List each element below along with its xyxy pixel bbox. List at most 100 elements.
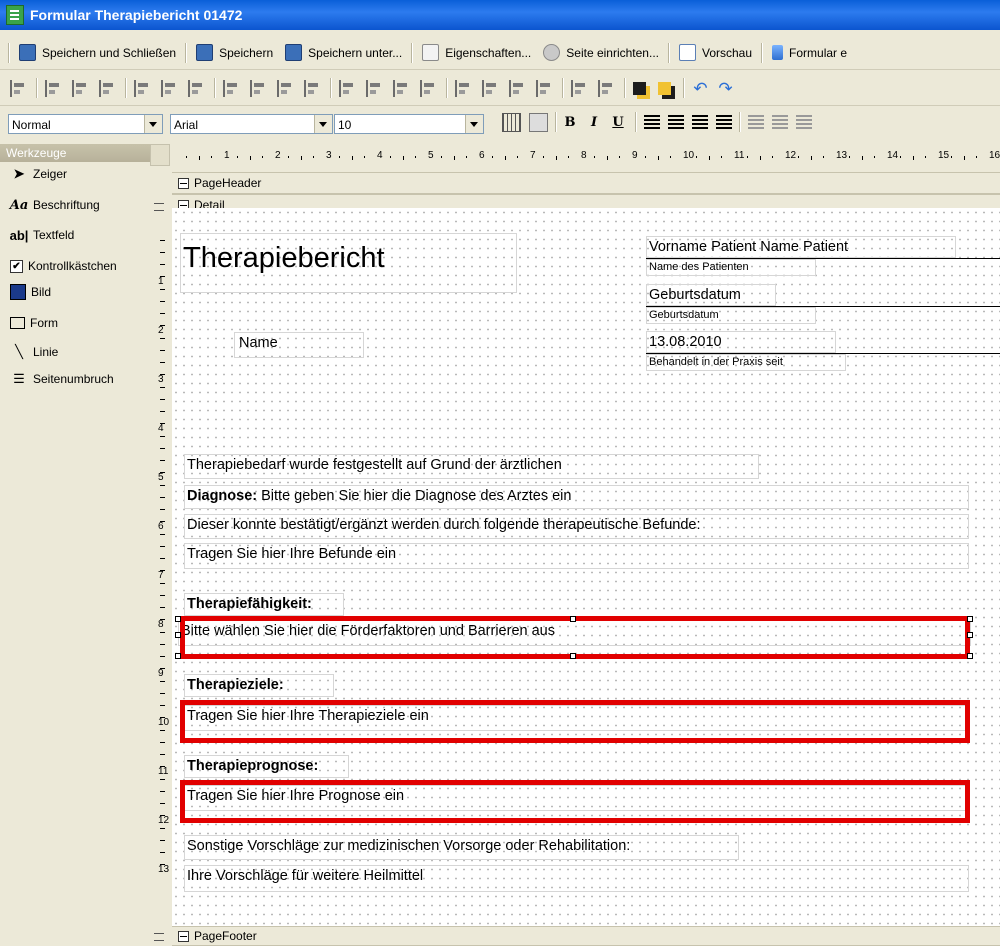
ruler-tick: [160, 595, 165, 596]
bullet-list-icon[interactable]: [748, 115, 764, 129]
section-page-header[interactable]: PageHeader: [172, 172, 1000, 194]
ruler-tick-label: 13: [836, 150, 848, 161]
align-middle-icon[interactable]: [161, 79, 180, 97]
underline-button[interactable]: U: [608, 112, 628, 132]
indent-icon[interactable]: [796, 115, 812, 129]
italic-button[interactable]: I: [584, 112, 604, 132]
center-vertically-icon[interactable]: [598, 79, 617, 97]
horizontal-spacing-decrease-icon[interactable]: [393, 79, 412, 97]
align-bottom-icon[interactable]: [188, 79, 207, 97]
findings-field[interactable]: Tragen Sie hier Ihre Befunde ein: [184, 543, 969, 569]
font-size-select[interactable]: 10: [334, 114, 484, 134]
tool-label-item[interactable]: Aa Beschriftung: [0, 195, 150, 215]
confirmed-findings-text[interactable]: Dieser konnte bestätigt/ergänzt werden d…: [184, 514, 969, 539]
ruler-tick: [287, 156, 289, 158]
bold-button[interactable]: B: [560, 112, 580, 132]
horizontal-spacing-equal-icon[interactable]: [339, 79, 358, 97]
align-text-right-icon[interactable]: [692, 115, 708, 129]
collapse-icon[interactable]: [178, 177, 189, 189]
bring-to-front-icon[interactable]: [633, 81, 646, 95]
send-to-back-icon[interactable]: [658, 81, 671, 95]
preview-button[interactable]: Vorschau: [673, 41, 758, 65]
therapy-need-text[interactable]: Therapiebedarf wurde festgestellt auf Gr…: [184, 454, 759, 479]
horizontal-spacing-increase-icon[interactable]: [366, 79, 385, 97]
redo-icon[interactable]: ↷: [717, 80, 734, 97]
font-select[interactable]: Arial: [170, 114, 333, 134]
birthdate-caption[interactable]: Geburtsdatum: [646, 307, 816, 324]
detail-canvas[interactable]: Therapiebericht Name Vorname Patient Nam…: [172, 208, 1000, 944]
save-as-button[interactable]: Speichern unter...: [279, 41, 408, 65]
horizontal-ruler: 1 2 3 4 5 6 7 8 9 10 11 12 13 14 15 16: [172, 148, 1000, 166]
undo-icon[interactable]: ↶: [692, 80, 709, 97]
chevron-down-icon[interactable]: [314, 115, 332, 133]
resize-handle[interactable]: [570, 653, 576, 659]
patient-name-field[interactable]: Vorname Patient Name Patient: [646, 236, 956, 258]
patient-name-caption[interactable]: Name des Patienten: [646, 259, 816, 276]
chevron-down-icon[interactable]: [144, 115, 162, 133]
tool-checkbox[interactable]: ✔ Kontrollkästchen: [0, 256, 150, 276]
horizontal-spacing-remove-icon[interactable]: [420, 79, 439, 97]
goals-heading[interactable]: Therapieziele:: [184, 674, 334, 697]
ability-heading[interactable]: Therapiefähigkeit:: [184, 593, 344, 616]
checkbox-icon: ✔: [10, 259, 23, 273]
size-to-grid-icon[interactable]: [304, 79, 323, 97]
ruler-tick: [925, 156, 927, 158]
snap-grid-icon[interactable]: [529, 112, 548, 132]
tool-image[interactable]: Bild: [0, 282, 150, 302]
style-select[interactable]: Normal: [8, 114, 163, 134]
name-label-field[interactable]: Name: [234, 332, 364, 358]
align-grid-icon[interactable]: [10, 79, 29, 97]
resize-handle[interactable]: [175, 653, 181, 659]
grid-icon[interactable]: [502, 112, 521, 132]
tool-shape[interactable]: Form: [0, 313, 150, 333]
resize-handle[interactable]: [967, 616, 973, 622]
align-left-icon[interactable]: [45, 79, 64, 97]
align-text-justify-icon[interactable]: [716, 115, 732, 129]
vertical-spacing-remove-icon[interactable]: [536, 79, 555, 97]
resize-handle[interactable]: [570, 616, 576, 622]
align-center-icon[interactable]: [72, 79, 91, 97]
align-right-icon[interactable]: [99, 79, 118, 97]
since-date-field[interactable]: 13.08.2010: [646, 331, 836, 353]
chevron-down-icon[interactable]: [465, 115, 483, 133]
since-caption[interactable]: Behandelt in der Praxis seit: [646, 354, 846, 371]
align-text-center-icon[interactable]: [668, 115, 684, 129]
same-height-icon[interactable]: [277, 79, 296, 97]
resize-handle[interactable]: [175, 616, 181, 622]
tool-pagebreak[interactable]: ☰ Seitenumbruch: [0, 369, 150, 389]
section-page-footer[interactable]: PageFooter: [172, 926, 1000, 946]
prognosis-heading[interactable]: Therapieprognose:: [184, 755, 349, 778]
tool-line[interactable]: ╲ Linie: [0, 342, 150, 362]
ruler-tick: [160, 668, 165, 669]
resize-handle[interactable]: [175, 632, 181, 638]
page-setup-button[interactable]: Seite einrichten...: [537, 41, 665, 65]
same-width-icon[interactable]: [223, 79, 242, 97]
birthdate-field[interactable]: Geburtsdatum: [646, 284, 776, 306]
section-drag-handle[interactable]: [154, 203, 164, 211]
diagnosis-field[interactable]: Diagnose: Bitte geben Sie hier die Diagn…: [184, 485, 969, 509]
resize-handle[interactable]: [967, 632, 973, 638]
collapse-icon[interactable]: [178, 930, 189, 942]
resize-handle[interactable]: [967, 653, 973, 659]
other-suggestions-text[interactable]: Sonstige Vorschläge zur medizinischen Vo…: [184, 835, 739, 860]
save-close-button[interactable]: Speichern und Schließen: [13, 41, 182, 65]
align-text-left-icon[interactable]: [644, 115, 660, 129]
vertical-spacing-increase-icon[interactable]: [482, 79, 501, 97]
align-top-icon[interactable]: [134, 79, 153, 97]
same-size-icon[interactable]: [250, 79, 269, 97]
center-horizontally-icon[interactable]: [571, 79, 590, 97]
ruler-tick: [160, 754, 165, 755]
save-button[interactable]: Speichern: [190, 41, 279, 65]
ruler-tick: [249, 156, 251, 160]
form-export-button[interactable]: Formular e: [766, 41, 853, 65]
section-drag-handle[interactable]: [154, 933, 164, 941]
outdent-icon[interactable]: [772, 115, 788, 129]
vertical-spacing-decrease-icon[interactable]: [509, 79, 528, 97]
properties-button[interactable]: Eigenschaften...: [416, 41, 537, 65]
report-title[interactable]: Therapiebericht: [180, 233, 517, 293]
tool-pointer[interactable]: ➤ Zeiger: [0, 164, 150, 184]
vertical-spacing-equal-icon[interactable]: [455, 79, 474, 97]
ruler-tick: [160, 423, 165, 424]
tool-textfield[interactable]: ab| Textfeld: [0, 225, 150, 245]
other-suggestions-field[interactable]: Ihre Vorschläge für weitere Heilmittel: [184, 865, 969, 892]
